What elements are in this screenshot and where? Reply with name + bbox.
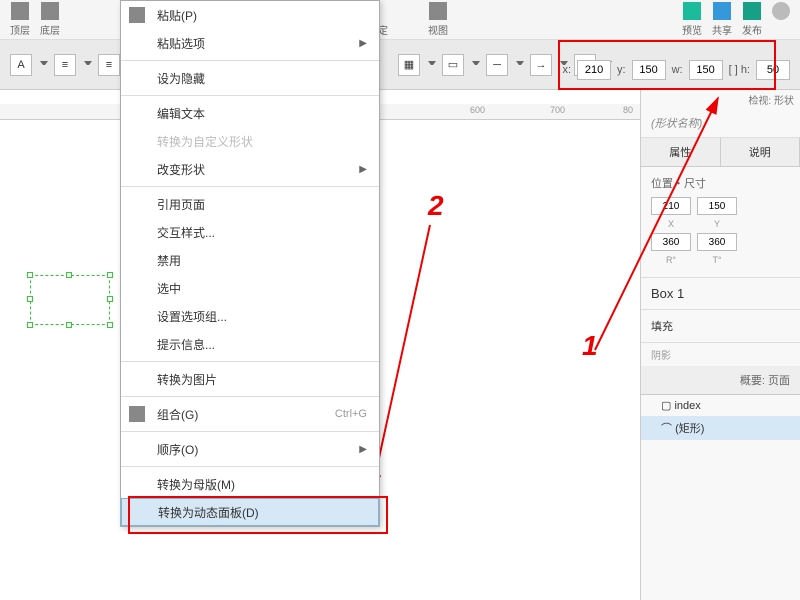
publish-button[interactable]: 发布 — [742, 2, 762, 37]
fill-button[interactable]: ▦ — [398, 54, 420, 76]
align-button-2[interactable]: ≡ — [98, 54, 120, 76]
menu-set-hidden[interactable]: 设为隐藏 — [121, 64, 379, 92]
section-pos-dim: 位置・尺寸 — [651, 175, 790, 191]
menu-convert-custom: 转换为自定义形状 — [121, 127, 379, 155]
outline-page[interactable]: ▢ index — [641, 395, 800, 416]
h-label: [ ] h: — [729, 64, 750, 76]
menu-change-shape[interactable]: 改变形状▶ — [121, 155, 379, 183]
top-layer-button[interactable]: 顶层 — [10, 2, 30, 37]
panel-y-input[interactable] — [697, 197, 737, 215]
menu-select[interactable]: 选中 — [121, 274, 379, 302]
menu-tooltip[interactable]: 提示信息... — [121, 330, 379, 358]
share-button[interactable]: 共享 — [712, 2, 732, 37]
resize-handle[interactable] — [27, 272, 33, 278]
y-label: y: — [617, 64, 626, 76]
x-input[interactable] — [577, 60, 611, 80]
menu-interact-style[interactable]: 交互样式... — [121, 218, 379, 246]
outline-shape[interactable]: ⌒ (矩形) — [641, 416, 800, 440]
resize-handle[interactable] — [107, 296, 113, 302]
preview-button[interactable]: 预览 — [682, 2, 702, 37]
resize-handle[interactable] — [66, 272, 72, 278]
box-name: Box 1 — [641, 278, 800, 310]
context-menu: 粘贴(P) 粘贴选项▶ 设为隐藏 编辑文本 转换为自定义形状 改变形状▶ 引用页… — [120, 0, 380, 527]
menu-disable[interactable]: 禁用 — [121, 246, 379, 274]
user-icon[interactable] — [772, 2, 790, 37]
annotation-number-2: 2 — [428, 190, 444, 222]
line-button[interactable]: ─ — [486, 54, 508, 76]
fill-section[interactable]: 填充 — [641, 310, 800, 343]
resize-handle[interactable] — [27, 322, 33, 328]
w-input[interactable] — [689, 60, 723, 80]
coordinate-inputs: x: y: w: [ ] h: — [562, 60, 790, 80]
menu-set-option-group[interactable]: 设置选项组... — [121, 302, 379, 330]
tab-properties[interactable]: 属性 — [641, 138, 721, 166]
resize-handle[interactable] — [107, 272, 113, 278]
tab-notes[interactable]: 说明 — [721, 138, 800, 166]
arrow-button[interactable]: → — [530, 54, 552, 76]
align-button-1[interactable]: ≡ — [54, 54, 76, 76]
h-input[interactable] — [756, 60, 790, 80]
menu-to-dynamic-panel[interactable]: 转换为动态面板(D) — [121, 498, 379, 526]
annotation-number-1: 1 — [582, 330, 598, 362]
panel-t-input[interactable] — [697, 233, 737, 251]
w-label: w: — [672, 64, 683, 76]
menu-edit-text[interactable]: 编辑文本 — [121, 99, 379, 127]
panel-r-input[interactable] — [651, 233, 691, 251]
menu-paste-options[interactable]: 粘贴选项▶ — [121, 29, 379, 57]
menu-to-master[interactable]: 转换为母版(M) — [121, 470, 379, 498]
panel-x-input[interactable] — [651, 197, 691, 215]
menu-group[interactable]: 组合(G)Ctrl+G — [121, 400, 379, 428]
bottom-layer-button[interactable]: 底层 — [40, 2, 60, 37]
view-button[interactable]: 视图 — [428, 2, 448, 37]
border-button[interactable]: ▭ — [442, 54, 464, 76]
menu-to-image[interactable]: 转换为图片 — [121, 365, 379, 393]
menu-paste[interactable]: 粘贴(P) — [121, 1, 379, 29]
outline-title: 概要: 页面 — [641, 366, 800, 395]
menu-order[interactable]: 顺序(O)▶ — [121, 435, 379, 463]
resize-handle[interactable] — [27, 296, 33, 302]
resize-handle[interactable] — [66, 322, 72, 328]
inspector-panel: 检视: 形状 (形状名称) 属性 说明 位置・尺寸 XY R°T° Box 1 … — [640, 90, 800, 600]
menu-ref-page[interactable]: 引用页面 — [121, 190, 379, 218]
x-label: x: — [562, 64, 571, 76]
font-color-button[interactable]: A — [10, 54, 32, 76]
shape-name-field[interactable]: (形状名称) — [641, 109, 800, 138]
y-input[interactable] — [632, 60, 666, 80]
resize-handle[interactable] — [107, 322, 113, 328]
selected-shape[interactable] — [30, 275, 110, 325]
